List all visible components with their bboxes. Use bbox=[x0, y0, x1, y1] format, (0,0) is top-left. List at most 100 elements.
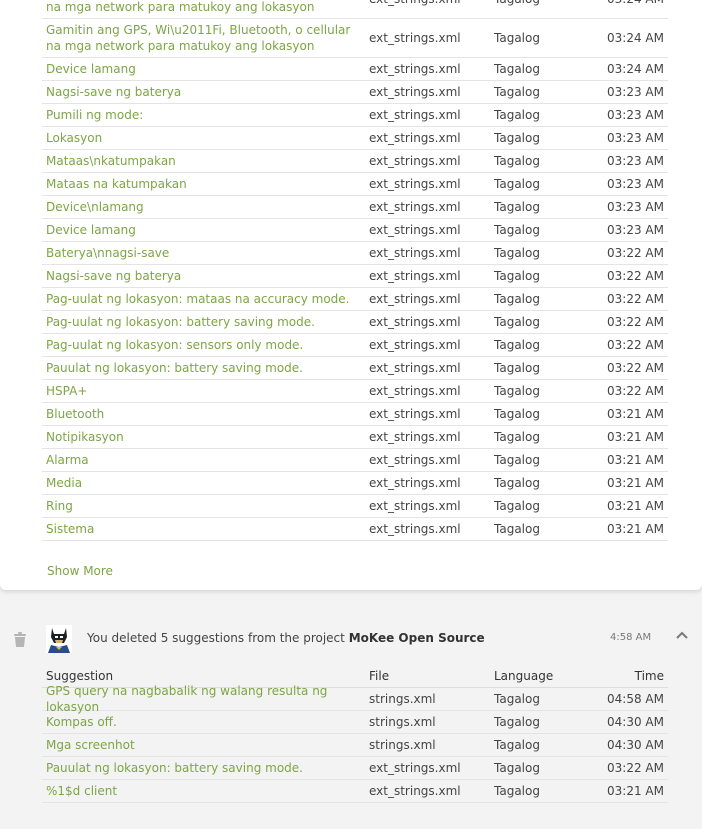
header-time: Time bbox=[634, 668, 664, 683]
project-link[interactable]: MoKee Open Source bbox=[349, 631, 485, 645]
file-name: ext_strings.xml bbox=[369, 453, 461, 467]
suggestion-link[interactable]: Mataas\nkatumpakan bbox=[42, 153, 369, 169]
chevron-up-icon[interactable] bbox=[675, 630, 689, 640]
file-name: ext_strings.xml bbox=[369, 223, 461, 237]
table-row: Pag-uulat ng lokasyon: mataas na accurac… bbox=[42, 288, 668, 311]
row-time: 03:22 AM bbox=[607, 246, 664, 260]
table-row: HSPA+ ext_strings.xml Tagalog 03:22 AM bbox=[42, 380, 668, 403]
suggestion-link[interactable]: Gamitin ang GPS, Wi\u2011Fi, Bluetooth, … bbox=[42, 0, 369, 15]
language-name: Tagalog bbox=[494, 430, 540, 444]
table-row: Pauulat ng lokasyon: battery saving mode… bbox=[42, 757, 668, 780]
file-name: ext_strings.xml bbox=[369, 338, 461, 352]
suggestion-link[interactable]: Notipikasyon bbox=[42, 429, 369, 445]
suggestion-link[interactable]: Lokasyon bbox=[42, 130, 369, 146]
row-time: 03:23 AM bbox=[607, 200, 664, 214]
row-time: 03:22 AM bbox=[607, 384, 664, 398]
language-name: Tagalog bbox=[494, 361, 540, 375]
suggestion-link[interactable]: Mga screenhot bbox=[42, 737, 369, 753]
suggestion-link[interactable]: Nagsi-save ng baterya bbox=[42, 268, 369, 284]
language-name: Tagalog bbox=[494, 177, 540, 191]
table-row: Mataas na katumpakan ext_strings.xml Tagal… bbox=[42, 173, 668, 196]
file-name: ext_strings.xml bbox=[369, 315, 461, 329]
suggestion-link[interactable]: %1$d client bbox=[42, 783, 369, 799]
table-row: Gamitin ang GPS, Wi\u2011Fi, Bluetooth, … bbox=[42, 0, 668, 19]
show-more-link[interactable]: Show More bbox=[47, 564, 113, 578]
table-row: Gamitin ang GPS, Wi\u2011Fi, Bluetooth, … bbox=[42, 19, 668, 58]
table-row: Baterya\nnagsi-save ext_strings.xml Tagalo… bbox=[42, 242, 668, 265]
file-name: ext_strings.xml bbox=[369, 384, 461, 398]
row-time: 03:21 AM bbox=[607, 453, 664, 467]
suggestion-link[interactable]: Pag-uulat ng lokasyon: mataas na accurac… bbox=[42, 291, 369, 307]
suggestion-link[interactable]: Pag-uulat ng lokasyon: sensors only mode… bbox=[42, 337, 369, 353]
row-time: 03:21 AM bbox=[607, 784, 664, 798]
table-row: Bluetooth ext_strings.xml Tagalog 03:21 AM bbox=[42, 403, 668, 426]
suggestion-link[interactable]: Media bbox=[42, 475, 369, 491]
suggestion-link[interactable]: Pauulat ng lokasyon: battery saving mode… bbox=[42, 760, 369, 776]
row-time: 03:24 AM bbox=[594, 0, 668, 6]
suggestion-link[interactable]: Mataas na katumpakan bbox=[42, 176, 369, 192]
suggestion-link[interactable]: Alarma bbox=[42, 452, 369, 468]
suggestion-link[interactable]: Ring bbox=[42, 498, 369, 514]
file-name: ext_strings.xml bbox=[369, 154, 461, 168]
table-row: Device\nlamang ext_strings.xml Tagalog 03:2… bbox=[42, 196, 668, 219]
activity-card-1: Gamitin ang GPS, Wi\u2011Fi, Bluetooth, … bbox=[0, 0, 702, 590]
language-name: Tagalog bbox=[494, 315, 540, 329]
table-row: Nagsi-save ng baterya ext_strings.xml Taga… bbox=[42, 81, 668, 104]
row-time: 03:21 AM bbox=[607, 522, 664, 536]
suggestion-link[interactable]: Baterya\nnagsi-save bbox=[42, 245, 369, 261]
language-name: Tagalog bbox=[494, 85, 540, 99]
language-name: Tagalog bbox=[494, 784, 540, 798]
suggestion-link[interactable]: Pauulat ng lokasyon: battery saving mode… bbox=[42, 360, 369, 376]
language-name: Tagalog bbox=[494, 407, 540, 421]
suggestion-link[interactable]: Kompas off. bbox=[42, 714, 369, 730]
file-name: ext_strings.xml bbox=[369, 108, 461, 122]
table-row: Device lamang ext_strings.xml Tagalog 03:23… bbox=[42, 219, 668, 242]
language-name: Tagalog bbox=[494, 131, 540, 145]
suggestions-table: Gamitin ang GPS, Wi\u2011Fi, Bluetooth, … bbox=[42, 0, 668, 541]
suggestion-link[interactable]: HSPA+ bbox=[42, 383, 369, 399]
trash-icon[interactable] bbox=[12, 630, 28, 648]
file-name: ext_strings.xml bbox=[369, 246, 461, 260]
suggestion-link[interactable]: Nagsi-save ng baterya bbox=[42, 84, 369, 100]
row-time: 03:23 AM bbox=[607, 131, 664, 145]
activity-text-prefix: You deleted 5 suggestions from the proje… bbox=[87, 631, 345, 645]
file-name: ext_strings.xml bbox=[369, 784, 461, 798]
row-time: 03:22 AM bbox=[607, 361, 664, 375]
file-name: ext_strings.xml bbox=[369, 407, 461, 421]
row-time: 03:24 AM bbox=[607, 62, 664, 76]
suggestion-link[interactable]: Gamitin ang GPS, Wi\u2011Fi, Bluetooth, … bbox=[42, 22, 369, 54]
row-time: 03:21 AM bbox=[607, 430, 664, 444]
deleted-suggestions-table: Suggestion File Language Time GPS query … bbox=[42, 664, 668, 803]
file-name: strings.xml bbox=[369, 715, 436, 729]
language-name: Tagalog bbox=[494, 384, 540, 398]
row-time: 04:58 AM bbox=[607, 692, 664, 706]
table-row: Pumili ng mode: ext_strings.xml Tagalog 03:… bbox=[42, 104, 668, 127]
row-time: 03:23 AM bbox=[607, 85, 664, 99]
activity-timestamp: 4:58 AM bbox=[610, 632, 652, 643]
suggestion-link[interactable]: Pumili ng mode: bbox=[42, 107, 369, 123]
language-name: Tagalog bbox=[494, 499, 540, 513]
language-name: Tagalog bbox=[494, 154, 540, 168]
language-name: Tagalog bbox=[494, 738, 540, 752]
file-name: ext_strings.xml bbox=[369, 499, 461, 513]
row-time: 04:30 AM bbox=[607, 738, 664, 752]
suggestion-link[interactable]: Device lamang bbox=[42, 222, 369, 238]
suggestion-link[interactable]: Sistema bbox=[42, 521, 369, 537]
suggestion-link[interactable]: Device lamang bbox=[42, 61, 369, 77]
language-name: Tagalog bbox=[494, 522, 540, 536]
suggestion-link[interactable]: GPS query na nagbabalik ng walang result… bbox=[42, 683, 369, 715]
suggestion-link[interactable]: Bluetooth bbox=[42, 406, 369, 422]
row-time: 03:23 AM bbox=[607, 154, 664, 168]
language-name: Tagalog bbox=[494, 0, 594, 6]
suggestion-link[interactable]: Device\nlamang bbox=[42, 199, 369, 215]
language-name: Tagalog bbox=[494, 31, 540, 45]
row-time: 03:24 AM bbox=[607, 31, 664, 45]
row-time: 03:22 AM bbox=[607, 315, 664, 329]
file-name: strings.xml bbox=[369, 692, 436, 706]
table-row: Kompas off. strings.xml Tagalog 04:30 AM bbox=[42, 711, 668, 734]
table-row: Device lamang ext_strings.xml Tagalog 03:24… bbox=[42, 58, 668, 81]
file-name: strings.xml bbox=[369, 738, 436, 752]
file-name: ext_strings.xml bbox=[369, 761, 461, 775]
language-name: Tagalog bbox=[494, 338, 540, 352]
suggestion-link[interactable]: Pag-uulat ng lokasyon: battery saving mo… bbox=[42, 314, 369, 330]
